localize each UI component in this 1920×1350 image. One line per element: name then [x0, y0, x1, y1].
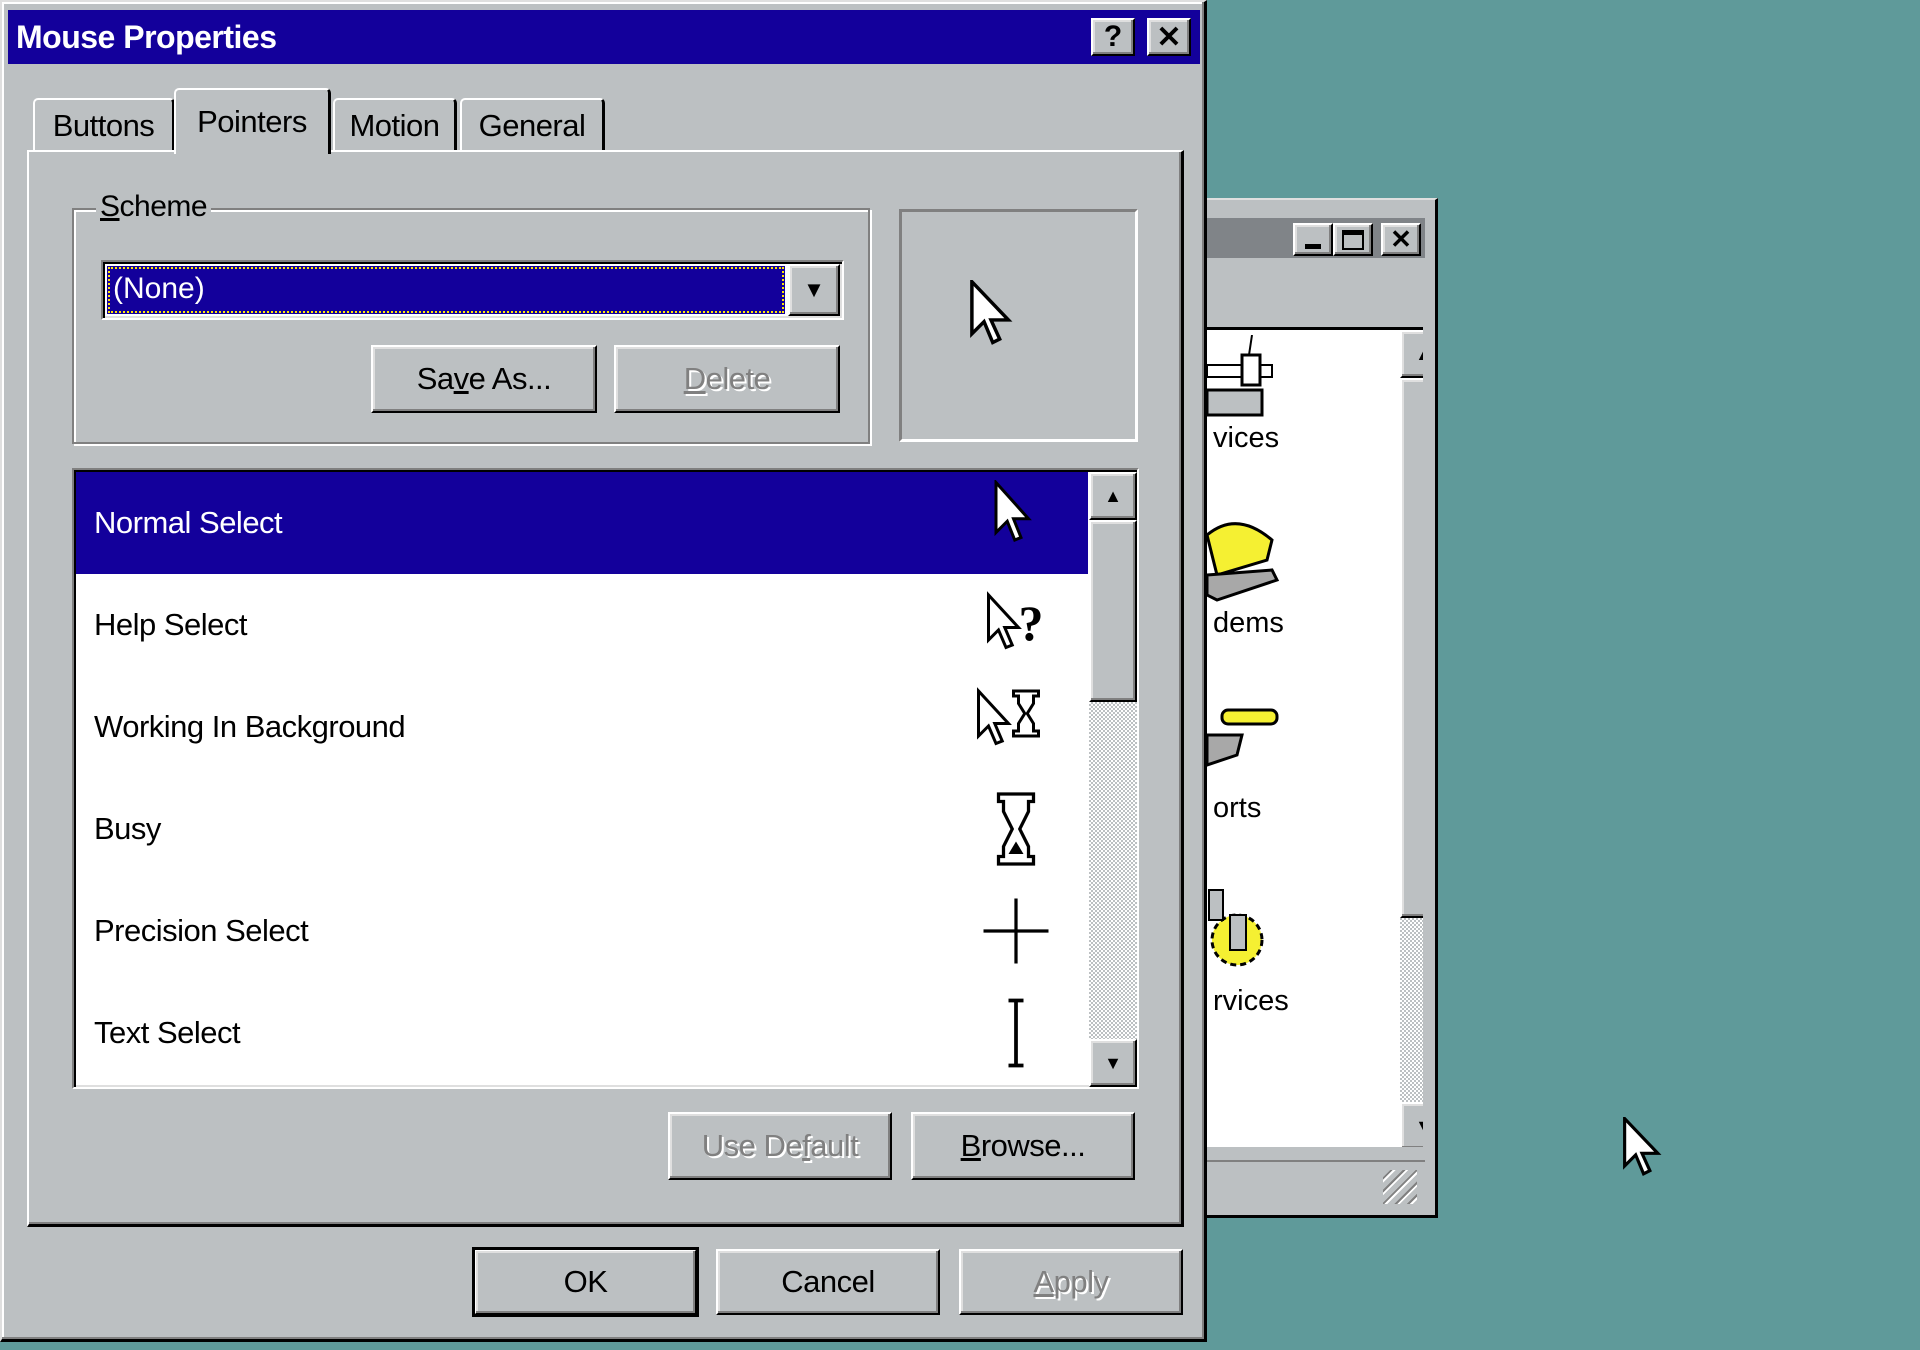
crosshair-cursor-icon [983, 898, 1049, 964]
list-item[interactable]: orts [1207, 700, 1357, 860]
maximize-icon [1342, 229, 1364, 250]
mouse-properties-dialog: Mouse Properties ? ✕ Buttons Pointers Mo… [0, 0, 1207, 1342]
hourglass-cursor-icon [996, 792, 1036, 866]
chevron-down-icon: ▼ [803, 277, 825, 302]
background-window-titlebar[interactable]: ✕ [1200, 218, 1425, 258]
arrow-cursor-icon [994, 480, 1032, 542]
question-mark-icon: ? [1103, 20, 1123, 53]
pointer-list-scrollbar[interactable]: ▲ ▼ [1089, 472, 1137, 1087]
cursor-preview [899, 209, 1138, 442]
svg-text:?: ? [1019, 595, 1043, 651]
list-item-working-in-background[interactable]: Working In Background [76, 676, 1088, 778]
background-window-scrollbar[interactable]: ▲ ▼ [1400, 330, 1423, 1147]
close-button[interactable]: ✕ [1381, 223, 1421, 256]
scroll-down-button[interactable]: ▼ [1089, 1039, 1137, 1087]
list-item-help-select[interactable]: Help Select ? [76, 574, 1088, 676]
pointer-listbox[interactable]: Normal Select Help Select ? Working In B… [72, 468, 1139, 1089]
triangle-down-icon: ▼ [1104, 1052, 1122, 1073]
close-icon: ✕ [1156, 20, 1182, 54]
dialog-title: Mouse Properties [16, 19, 277, 55]
triangle-up-icon: ▲ [1104, 485, 1122, 506]
help-cursor-icon: ? [987, 591, 1044, 651]
apply-button: Apply [959, 1249, 1183, 1315]
triangle-down-icon: ▼ [1415, 1116, 1423, 1137]
list-item[interactable]: vices [1207, 330, 1357, 490]
use-default-button: Use De f ault [668, 1112, 892, 1180]
minimize-button[interactable] [1293, 223, 1333, 256]
scheme-groupbox: Scheme (None) ▼ Sa v e As... Delete [72, 190, 870, 444]
scroll-down-button[interactable]: ▼ [1400, 1102, 1423, 1147]
working-cursor-icon [977, 687, 1040, 746]
services-icon [1208, 889, 1264, 967]
tab-buttons[interactable]: Buttons [33, 98, 175, 152]
help-button[interactable]: ? [1091, 18, 1135, 56]
status-bar [1200, 1160, 1425, 1210]
list-item-precision-select[interactable]: Precision Select [76, 880, 1088, 982]
browse-button[interactable]: Browse... [911, 1112, 1135, 1180]
save-as-button[interactable]: Sa v e As... [371, 345, 597, 413]
ok-button[interactable]: OK [472, 1247, 699, 1317]
triangle-up-icon: ▲ [1415, 344, 1423, 365]
control-panel-listview[interactable]: vices dems orts rvices ▲ [1205, 327, 1423, 1147]
scroll-thumb[interactable] [1400, 378, 1423, 918]
modems-icon [1207, 522, 1280, 602]
dialog-titlebar[interactable]: Mouse Properties ? ✕ [8, 10, 1200, 64]
list-item[interactable]: dems [1207, 515, 1357, 675]
close-button[interactable]: ✕ [1147, 18, 1191, 56]
tab-motion[interactable]: Motion [333, 98, 457, 152]
tab-pointers[interactable]: Pointers [174, 88, 331, 154]
normal-select-cursor-icon [970, 280, 1013, 345]
devices-icon [1207, 335, 1273, 417]
scheme-label: Scheme [96, 190, 212, 224]
cancel-button[interactable]: Cancel [716, 1249, 940, 1315]
close-icon: ✕ [1390, 224, 1412, 254]
list-item-normal-select[interactable]: Normal Select [76, 472, 1088, 574]
list-item-text-select[interactable]: Text Select [76, 982, 1088, 1084]
scroll-up-button[interactable]: ▲ [1400, 330, 1423, 378]
maximize-button[interactable] [1333, 223, 1373, 256]
mouse-cursor-icon [1623, 1117, 1662, 1177]
scheme-dropdown-button[interactable]: ▼ [788, 264, 840, 316]
delete-button: Delete [614, 345, 840, 413]
scheme-dropdown[interactable]: (None) ▼ [101, 260, 844, 320]
ports-icon [1207, 708, 1279, 767]
scroll-thumb[interactable] [1089, 520, 1137, 702]
resize-grip-icon[interactable] [1383, 1170, 1417, 1204]
list-item[interactable]: rvices [1207, 885, 1357, 1045]
scroll-up-button[interactable]: ▲ [1089, 472, 1137, 520]
tab-general[interactable]: General [460, 98, 605, 152]
list-item-busy[interactable]: Busy [76, 778, 1088, 880]
background-window[interactable]: ✕ vices dems orts rvices [1180, 198, 1438, 1218]
minimize-icon [1305, 244, 1321, 249]
ibeam-cursor-icon [1008, 998, 1024, 1068]
scheme-selected-value[interactable]: (None) [107, 266, 785, 314]
